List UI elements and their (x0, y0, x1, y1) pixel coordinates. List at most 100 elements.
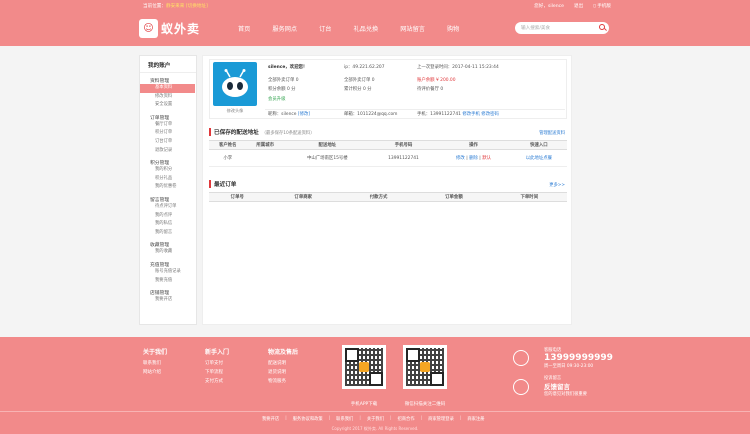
more-orders-link[interactable]: 更多>> (549, 182, 565, 188)
nav-service-points[interactable]: 服务网点 (272, 24, 297, 33)
sidebar-item-my-favorites[interactable]: 我的收藏 (140, 248, 196, 257)
col-quick-entry: 快速入口 (510, 140, 567, 150)
delete-address-link[interactable]: 删除 (469, 156, 478, 161)
nav-shopping[interactable]: 购物 (447, 24, 459, 33)
app-qr-code (342, 345, 386, 389)
edit-nickname-link[interactable]: [修改] (298, 112, 310, 117)
table-row: 小李 中山广场南区15号楼 13991122741 修改 | 删除 | 默认 以… (209, 149, 567, 167)
footer-link-returns[interactable]: 退货说明 (268, 368, 298, 377)
location-label: 当前位置： (143, 4, 166, 9)
last-login-text: 上一次登录时间：2017-04-11 15:23:44 (417, 65, 499, 70)
nav-gift-exchange[interactable]: 礼品兑换 (354, 24, 379, 33)
sidebar-item-points-orders[interactable]: 积分订单 (140, 129, 196, 138)
site-logo[interactable]: ☺ 蚁外卖 (139, 19, 200, 38)
orders-table: 订单号 订单商家 付款方式 订单金额 下单时间 (209, 192, 567, 202)
member-upgrade-link[interactable]: 会员升级 (268, 96, 286, 102)
address-table: 客户姓名 所属城市 配送地址 手机号码 操作 快速入口 小李 中山广场南区15号… (209, 140, 567, 167)
switch-location-link[interactable]: [切换地址] (186, 4, 208, 9)
search-placeholder: 输入搜索/美食 (521, 26, 551, 31)
feedback-block[interactable]: 投诉留言 反馈留言 您的意见对我们很重要 (544, 375, 587, 397)
footer-link-logistics[interactable]: 物流服务 (268, 377, 298, 386)
stat-orders-2: 全部外卖订单 0 (344, 78, 375, 83)
nav-home[interactable]: 首页 (238, 24, 250, 33)
feedback-title[interactable]: 反馈留言 (544, 381, 587, 391)
footer-col-about-title: 关于我们 (143, 349, 168, 356)
sidebar-item-recharge-history[interactable]: 账号充值记录 (140, 268, 196, 277)
search-icon[interactable] (599, 24, 605, 30)
address-detail: 中山广场南区15号楼 (283, 149, 371, 167)
sidebar-item-security[interactable]: 安全设置 (140, 101, 196, 110)
location-bar: 当前位置：静安来来 [切换地址] (143, 3, 208, 9)
nav-booking[interactable]: 订台 (319, 24, 331, 33)
location-value: 静安来来 (165, 4, 185, 9)
nickname-row: 昵称：silence [修改] (268, 111, 310, 117)
sidebar-item-my-reviews[interactable]: 我的点评 (140, 212, 196, 221)
footer-col-about: 关于我们 联系我们 网站介绍 (143, 347, 167, 377)
footer-link-contact[interactable]: 联系我们 (143, 359, 167, 368)
nav-message-board[interactable]: 网站留言 (400, 24, 425, 33)
footer-link-merchant-register[interactable]: 商家注册 (467, 416, 484, 422)
mobile-version-link[interactable]: ▯ 手机版 (593, 3, 611, 9)
hotline-block: 客服电话 13999999999 周一至周日 09:30-23:00 (544, 347, 613, 369)
avatar[interactable] (213, 62, 257, 106)
col-merchant: 订单商家 (265, 192, 341, 202)
sidebar-item-pending-reviews[interactable]: 待点评订单 (140, 203, 196, 212)
edit-address-link[interactable]: 修改 (456, 156, 465, 161)
sidebar-group-messages[interactable]: 留言管理 (140, 196, 196, 203)
sidebar-item-edit-info[interactable]: 修改资料 (140, 93, 196, 102)
change-avatar-link[interactable]: 修改头像 (213, 108, 257, 114)
sidebar-item-point-gifts[interactable]: 积分礼品 (140, 175, 196, 184)
sidebar-item-coupons[interactable]: 我的优惠卷 (140, 183, 196, 192)
footer-link-delivery[interactable]: 配送说明 (268, 359, 298, 368)
footer-link-payment-methods[interactable]: 支付方式 (205, 377, 229, 386)
sidebar-item-booking-orders[interactable]: 订台订单 (140, 138, 196, 147)
sidebar-item-private-messages[interactable]: 我的私信 (140, 220, 196, 229)
default-address-link[interactable]: 默认 (482, 156, 491, 161)
email-text: 邮箱：1011224@qq.com (344, 112, 398, 117)
profile-card: 修改头像 silence，欢迎您！ ip：49.221.62.207 上一次登录… (209, 59, 567, 119)
footer-link-merchant-login[interactable]: 商家管理登录 (428, 416, 454, 422)
footer-link-order-process[interactable]: 下单流程 (205, 368, 229, 377)
phone-row: 手机：13991122741 修改手机 修改密码 (417, 111, 499, 117)
top-bar: 当前位置：静安来来 [切换地址] 您好，silence 退出 ▯ 手机版 (0, 0, 750, 12)
sidebar-item-my-points[interactable]: 我的积分 (140, 166, 196, 175)
address-header-row: 客户姓名 所属城市 配送地址 手机号码 操作 快速入口 (209, 140, 567, 150)
logout-link[interactable]: 退出 (574, 3, 583, 9)
sidebar-group-favorites[interactable]: 收藏管理 (140, 241, 196, 248)
sidebar-item-refunds[interactable]: 退款记录 (140, 147, 196, 156)
logo-icon: ☺ (139, 19, 158, 38)
stat-orders-1: 全部外卖订单 0 (268, 78, 299, 83)
sidebar-group-orders[interactable]: 订单管理 (140, 114, 196, 121)
sidebar-item-open-store[interactable]: 我要开店 (140, 296, 196, 305)
qr-logo-icon (420, 362, 430, 372)
stat-total-points: 累计积分 0 分 (344, 87, 372, 92)
sidebar-item-basic-info[interactable]: 基本资料 (140, 84, 195, 93)
footer-divider (0, 411, 750, 412)
sidebar-group-points[interactable]: 积分管理 (140, 159, 196, 166)
sidebar-group-profile[interactable]: 资料管理 (140, 77, 196, 84)
sidebar-item-recharge[interactable]: 我要充值 (140, 277, 196, 286)
order-with-address-link[interactable]: 以此地址点餐 (526, 156, 552, 161)
address-actions: 修改 | 删除 | 默认 (436, 149, 511, 167)
sidebar-group-recharge[interactable]: 充值管理 (140, 261, 196, 268)
edit-password-link[interactable]: 修改密码 (481, 112, 499, 117)
app-download-label[interactable]: 手机APP下载 (334, 401, 394, 407)
orders-header-row: 订单号 订单商家 付款方式 订单金额 下单时间 (209, 192, 567, 202)
footer-link-agreement[interactable]: 服务协议和政策 (293, 416, 323, 422)
recent-orders-title: 最近订单 (209, 180, 236, 188)
footer-link-about-us[interactable]: 关于我们 (367, 416, 384, 422)
sidebar-item-my-messages[interactable]: 我的留言 (140, 229, 196, 238)
edit-phone-link[interactable]: 修改手机 (462, 112, 480, 117)
sidebar-item-restaurant-orders[interactable]: 餐厅订单 (140, 121, 196, 130)
manage-address-link[interactable]: 管理配送资料 (539, 130, 565, 136)
site-header: ☺ 蚁外卖 首页 服务网点 订台 礼品兑换 网站留言 购物 输入搜索/美食 (0, 12, 750, 46)
search-input[interactable]: 输入搜索/美食 (515, 22, 609, 34)
wechat-qr-label: 微信扫描关注二维码 (404, 402, 446, 407)
footer-link-contact-us[interactable]: 联系我们 (336, 416, 353, 422)
footer-link-intro[interactable]: 网站介绍 (143, 368, 167, 377)
footer-link-order-payment[interactable]: 订单支付 (205, 359, 229, 368)
sidebar-group-store[interactable]: 店铺管理 (140, 289, 196, 296)
footer-link-cooperation[interactable]: 招商合作 (397, 416, 414, 422)
footer-link-open-store[interactable]: 我要开店 (262, 416, 279, 422)
footer-col-beginner-title: 新手入门 (205, 349, 230, 356)
